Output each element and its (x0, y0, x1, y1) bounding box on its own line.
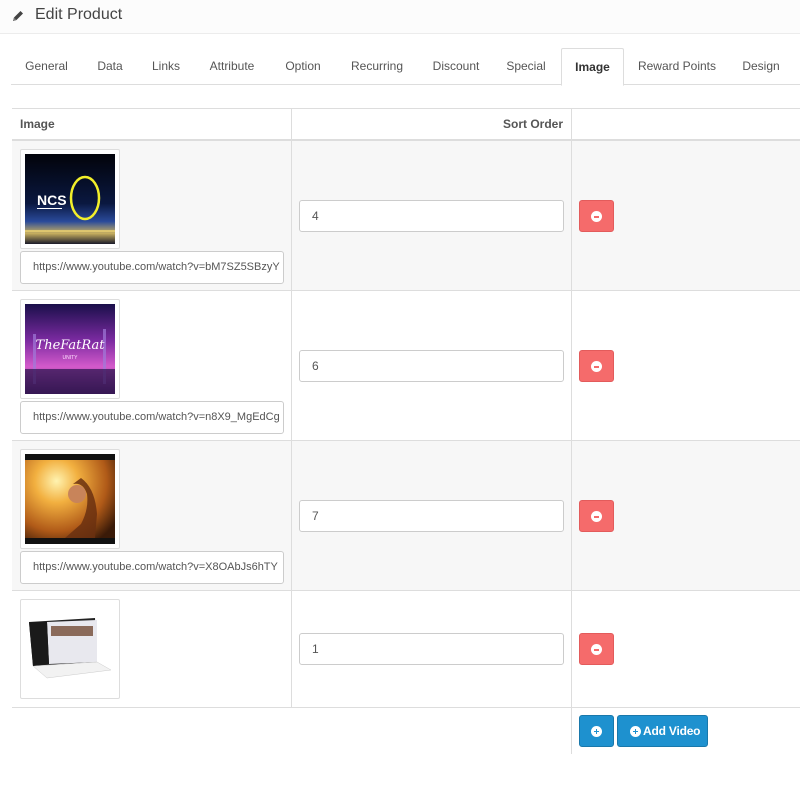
tab-discount[interactable]: Discount (421, 48, 491, 85)
video-url-input[interactable]: https://www.youtube.com/watch?v=n8X9_MgE… (20, 401, 284, 434)
column-header-sort-order: Sort Order (292, 109, 572, 140)
table-row: 1 (12, 591, 800, 708)
image-thumbnail[interactable]: TheFatRat UNITY (20, 299, 120, 399)
add-video-button[interactable]: Add Video (617, 715, 708, 747)
laptop-product-image (25, 604, 115, 694)
minus-circle-icon (591, 211, 602, 222)
add-image-button[interactable] (579, 715, 614, 747)
thefatrat-video-thumbnail: TheFatRat UNITY (25, 304, 115, 394)
plus-circle-icon (630, 726, 641, 737)
column-header-image: Image (12, 109, 292, 140)
image-thumbnail[interactable] (20, 599, 120, 699)
table-row: TheFatRat UNITY https://www.youtube.com/… (12, 291, 800, 441)
tab-recurring[interactable]: Recurring (339, 48, 415, 85)
pencil-icon (13, 11, 23, 21)
remove-image-button[interactable] (579, 200, 614, 232)
minus-circle-icon (591, 644, 602, 655)
table-footer: Add Video (12, 708, 800, 754)
video-url-input[interactable]: https://www.youtube.com/watch?v=bM7SZ5SB… (20, 251, 284, 284)
tab-option[interactable]: Option (273, 48, 333, 85)
tab-special[interactable]: Special (497, 48, 555, 85)
sort-order-input[interactable]: 1 (299, 633, 564, 665)
image-thumbnail[interactable]: NCS (20, 149, 120, 249)
remove-image-button[interactable] (579, 633, 614, 665)
sort-order-input[interactable]: 4 (299, 200, 564, 232)
column-header-action (572, 109, 800, 140)
minus-circle-icon (591, 361, 602, 372)
tab-bar: General Data Links Attribute Option Recu… (11, 48, 800, 86)
tab-general[interactable]: General (15, 48, 78, 85)
tab-image[interactable]: Image (561, 48, 624, 86)
page-title: Edit Product (35, 6, 123, 23)
tab-design[interactable]: Design (731, 48, 791, 85)
table-row: https://www.youtube.com/watch?v=X8OAbJs6… (12, 441, 800, 591)
svg-text:NCS: NCS (37, 192, 67, 208)
remove-image-button[interactable] (579, 350, 614, 382)
add-video-label: Add Video (643, 724, 701, 738)
table-header: Image Sort Order (12, 108, 800, 141)
svg-text:UNITY: UNITY (63, 355, 79, 361)
minus-circle-icon (591, 511, 602, 522)
tab-reward-points[interactable]: Reward Points (631, 48, 723, 85)
remove-image-button[interactable] (579, 500, 614, 532)
video-url-input[interactable]: https://www.youtube.com/watch?v=X8OAbJs6… (20, 551, 284, 584)
table-row: NCS https://www.youtube.com/watch?v=bM7S… (12, 141, 800, 291)
sort-order-input[interactable]: 6 (299, 350, 564, 382)
sort-order-input[interactable]: 7 (299, 500, 564, 532)
svg-text:TheFatRat: TheFatRat (36, 338, 106, 353)
sunset-girl-video-thumbnail (25, 454, 115, 544)
image-thumbnail[interactable] (20, 449, 120, 549)
tab-attribute[interactable]: Attribute (198, 48, 266, 85)
plus-circle-icon (591, 726, 602, 737)
page-header: Edit Product (0, 0, 800, 34)
tab-data[interactable]: Data (85, 48, 135, 85)
ncs-video-thumbnail: NCS (25, 154, 115, 244)
tab-links[interactable]: Links (141, 48, 191, 85)
